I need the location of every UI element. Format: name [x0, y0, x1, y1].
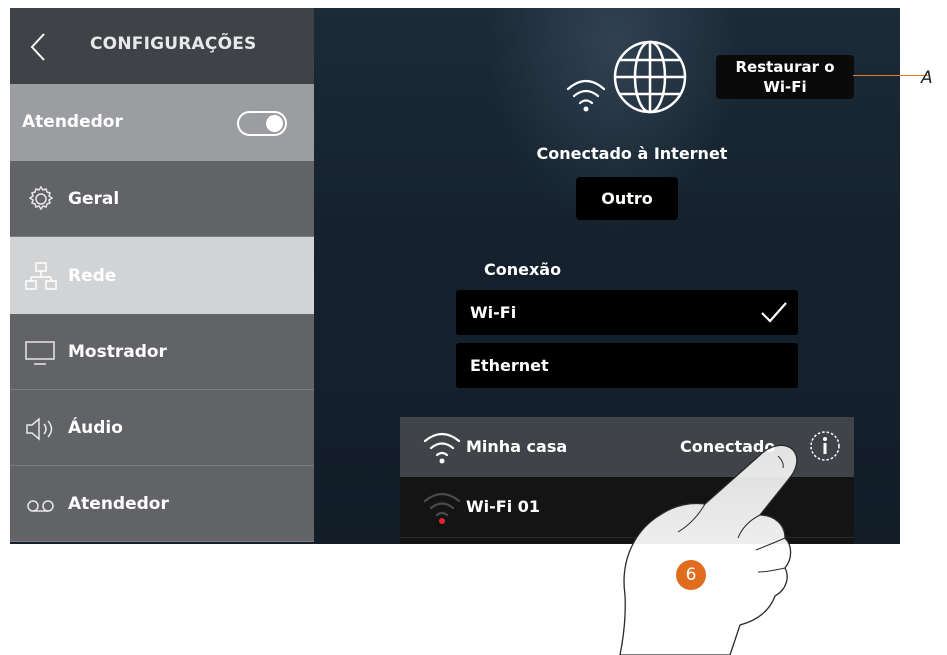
checkmark-icon [761, 302, 787, 323]
voicemail-icon [27, 500, 54, 512]
sidebar-item-label: Geral [68, 189, 120, 209]
sidebar-item-label: Áudio [68, 418, 123, 438]
toggle-knob [266, 115, 283, 132]
restore-wifi-button[interactable]: Restaurar o Wi-Fi [716, 55, 854, 99]
settings-sidebar: CONFIGURAÇÕES Atendedor Geral Rede Mostr… [10, 8, 314, 544]
connection-option-ethernet[interactable]: Ethernet [456, 343, 798, 388]
connection-option-wifi[interactable]: Wi-Fi [456, 290, 798, 335]
step-badge: 6 [676, 560, 706, 590]
sidebar-item-label: Mostrador [68, 342, 167, 362]
answering-toggle-switch[interactable] [237, 111, 287, 136]
chevron-left-icon [30, 33, 45, 61]
connection-status: Conectado à Internet [536, 144, 728, 163]
sidebar-item-label: Rede [68, 266, 117, 286]
restore-wifi-line2: Wi-Fi [763, 78, 807, 96]
globe-icon [613, 40, 687, 114]
sidebar-item-rede[interactable]: Rede [10, 237, 314, 314]
network-name: Wi-Fi 01 [466, 497, 541, 516]
connection-label: Conexão [484, 260, 562, 279]
sidebar-item-label: Atendedor [68, 494, 169, 514]
sidebar-title: CONFIGURAÇÕES [90, 34, 257, 54]
restore-wifi-line1: Restaurar o [735, 58, 835, 76]
sidebar-header: CONFIGURAÇÕES [10, 8, 314, 84]
sidebar-item-atendedor[interactable]: Atendedor [10, 466, 314, 542]
back-button[interactable] [24, 30, 54, 64]
wifi-icon [423, 432, 461, 464]
sidebar-item-geral[interactable]: Geral [10, 161, 314, 237]
callout-line [853, 75, 928, 76]
other-button[interactable]: Outro [576, 177, 678, 220]
option-label: Wi-Fi [470, 303, 517, 322]
network-icon [25, 262, 57, 290]
option-label: Ethernet [470, 356, 549, 375]
sidebar-item-audio[interactable]: Áudio [10, 390, 314, 466]
wifi-locked-icon [423, 492, 461, 524]
pointing-hand-illustration [619, 444, 798, 655]
monitor-icon [25, 341, 55, 365]
sidebar-item-mostrador[interactable]: Mostrador [10, 314, 314, 390]
answering-toggle-label: Atendedor [22, 112, 123, 132]
network-name: Minha casa [466, 437, 568, 456]
gear-icon [28, 185, 54, 211]
speaker-icon [26, 417, 53, 441]
wifi-status-icon [566, 79, 606, 112]
callout-label: A [921, 68, 933, 88]
